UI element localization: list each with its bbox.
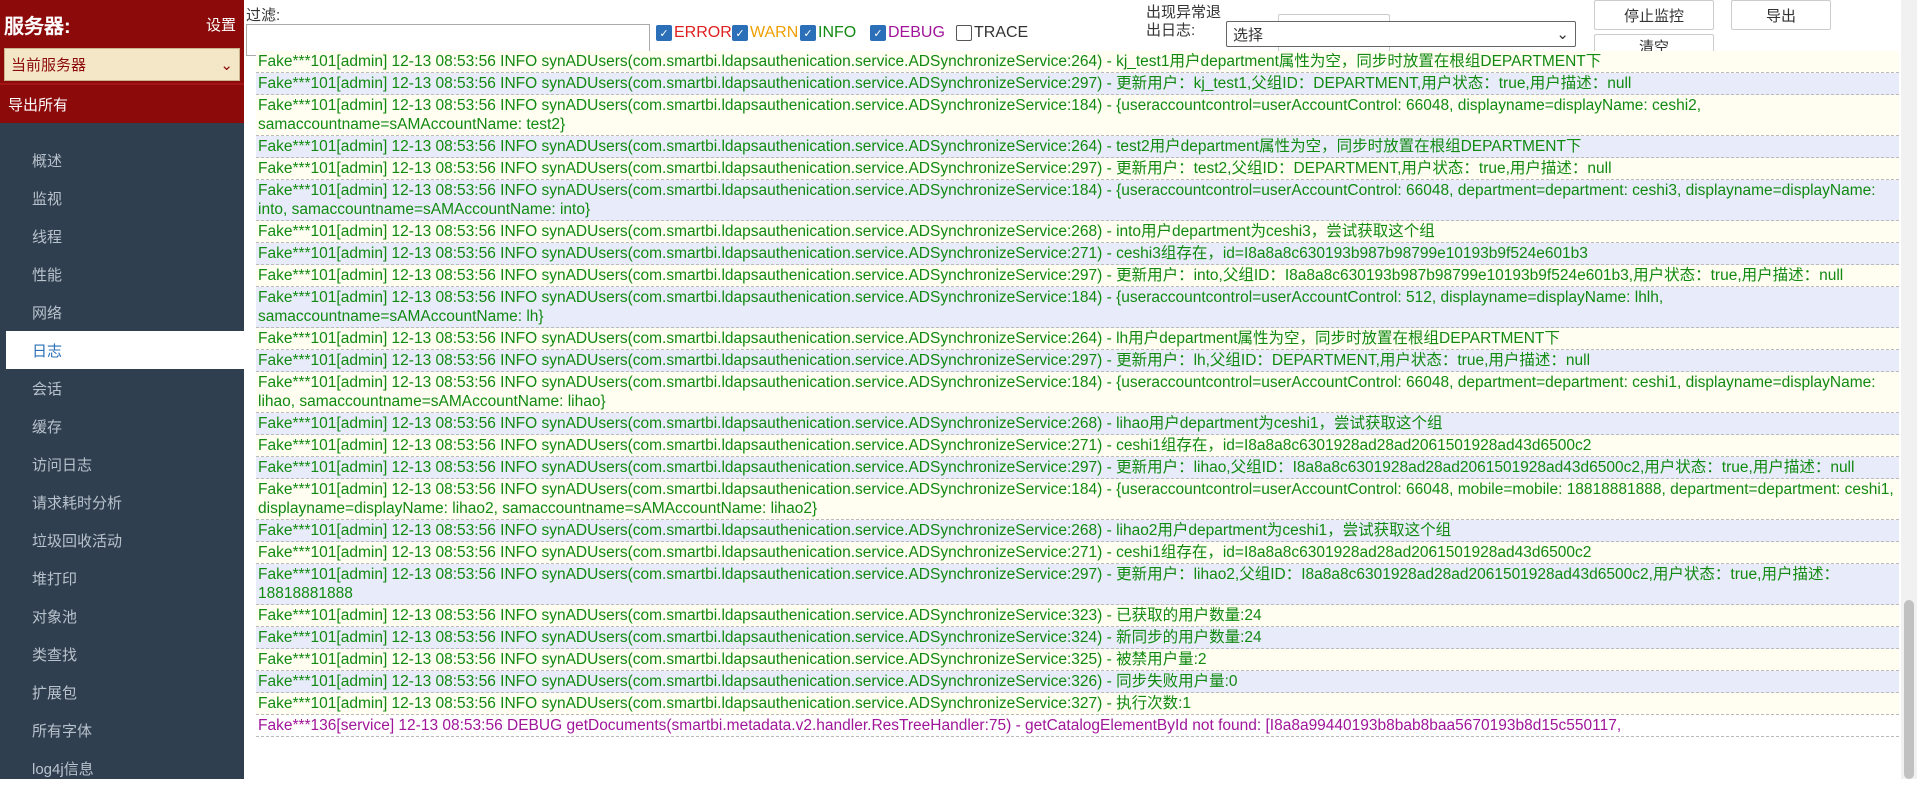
sidebar-item[interactable]: 线程	[0, 217, 244, 255]
sidebar-item[interactable]: 访问日志	[0, 445, 244, 483]
log-row: Fake***101[admin] 12-13 08:53:56 INFO sy…	[256, 627, 1899, 649]
sidebar-item-label: 网络	[32, 304, 63, 322]
level-checkbox-info[interactable]: ✓ INFO	[800, 24, 856, 42]
log-row: Fake***101[admin] 12-13 08:53:56 INFO sy…	[256, 158, 1899, 180]
log-row: Fake***101[admin] 12-13 08:53:56 INFO sy…	[256, 479, 1899, 520]
server-select[interactable]: 当前服务器 ⌄	[4, 48, 240, 81]
chevron-down-icon: ⌄	[1556, 26, 1569, 43]
log-row: Fake***101[admin] 12-13 08:53:56 INFO sy…	[256, 73, 1899, 95]
sidebar-item-label: 日志	[32, 342, 63, 360]
sidebar-item-label: 对象池	[32, 608, 78, 626]
log-row: Fake***101[admin] 12-13 08:53:56 INFO sy…	[256, 180, 1899, 221]
sidebar-item-label: 扩展包	[32, 684, 78, 702]
server-title: 服务器:	[4, 15, 71, 38]
sidebar-item-label: 所有字体	[32, 722, 93, 740]
log-row: Fake***101[admin] 12-13 08:53:56 INFO sy…	[256, 221, 1899, 243]
sidebar-item-label: 监视	[32, 190, 63, 208]
level-checkbox-warn[interactable]: ✓ WARN	[732, 24, 798, 42]
log-row: Fake***101[admin] 12-13 08:53:56 INFO sy…	[256, 564, 1899, 605]
sidebar-nav: 概述监视线程性能网络日志会话缓存访问日志请求耗时分析 垃圾回收活动 堆打印对象池类查…	[0, 141, 244, 787]
log-row: Fake***101[admin] 12-13 08:53:56 INFO sy…	[256, 693, 1899, 715]
level-checkbox-debug[interactable]: ✓ DEBUG	[870, 24, 945, 42]
checkbox-icon[interactable]: ✓	[870, 25, 886, 41]
log-row: Fake***101[admin] 12-13 08:53:56 INFO sy…	[256, 457, 1899, 479]
sidebar-item[interactable]: 日志	[6, 331, 244, 369]
sidebar-item[interactable]: 垃圾回收活动	[0, 521, 244, 559]
sidebar-item[interactable]: 缓存	[0, 407, 244, 445]
log-row: Fake***101[admin] 12-13 08:53:56 INFO sy…	[256, 51, 1899, 73]
log-row: Fake***101[admin] 12-13 08:53:56 INFO sy…	[256, 435, 1899, 457]
log-row: Fake***101[admin] 12-13 08:53:56 INFO sy…	[256, 328, 1899, 350]
sidebar-item[interactable]: 网络	[0, 293, 244, 331]
vertical-scrollbar[interactable]	[1901, 0, 1917, 779]
checkbox-icon[interactable]	[956, 25, 972, 41]
log-row: Fake***101[admin] 12-13 08:53:56 INFO sy…	[256, 265, 1899, 287]
server-select-value: 当前服务器	[11, 57, 87, 74]
sidebar-item-label: 堆打印	[32, 570, 78, 588]
sidebar-item-label: 会话	[32, 380, 63, 398]
checkbox-icon[interactable]: ✓	[656, 25, 672, 41]
filter-label: 过滤:	[246, 7, 281, 24]
level-label: WARN	[750, 24, 799, 41]
sidebar-item[interactable]: 性能	[0, 255, 244, 293]
sidebar-item-label: 缓存	[32, 418, 63, 436]
level-label: DEBUG	[888, 24, 945, 41]
sidebar: 服务器: 设置 当前服务器 ⌄ 导出所有 概述监视线程性能网络日志会话缓存访问日…	[0, 0, 244, 779]
level-label: TRACE	[974, 24, 1029, 41]
checkbox-icon[interactable]: ✓	[800, 25, 816, 41]
server-header: 服务器: 设置	[0, 0, 244, 48]
sidebar-item-label: 垃圾回收活动	[32, 532, 123, 550]
log-row: Fake***101[admin] 12-13 08:53:56 INFO sy…	[256, 520, 1899, 542]
sidebar-item-label: 访问日志	[32, 456, 93, 474]
sidebar-item[interactable]: 会话	[0, 369, 244, 407]
log-row: Fake***101[admin] 12-13 08:53:56 INFO sy…	[256, 413, 1899, 435]
sidebar-item[interactable]: 请求耗时分析	[0, 483, 244, 521]
sidebar-item[interactable]: 概述	[0, 141, 244, 179]
exit-log-select[interactable]: 选择 ⌄	[1226, 21, 1576, 47]
log-row: Fake***136[service] 12-13 08:53:56 DEBUG…	[256, 715, 1899, 737]
settings-link[interactable]: 设置	[206, 14, 236, 35]
sidebar-item[interactable]: 所有字体	[0, 711, 244, 749]
chevron-down-icon: ⌄	[220, 56, 233, 74]
toolbar: 过滤: ✓ERROR✓WARN✓INFO✓DEBUGTRACE 异常计数 出现异…	[244, 0, 1917, 58]
sidebar-item[interactable]: 扩展包	[0, 673, 244, 711]
sidebar-item[interactable]: 类查找	[0, 635, 244, 673]
log-row: Fake***101[admin] 12-13 08:53:56 INFO sy…	[256, 136, 1899, 158]
sidebar-item-label: 性能	[32, 266, 63, 284]
level-checkbox-error[interactable]: ✓ ERROR	[656, 24, 732, 42]
sidebar-item[interactable]: 对象池	[0, 597, 244, 635]
sidebar-item-label: log4j信息	[32, 760, 94, 778]
log-row: Fake***101[admin] 12-13 08:53:56 INFO sy…	[256, 350, 1899, 372]
level-label: INFO	[818, 24, 857, 41]
log-row: Fake***101[admin] 12-13 08:53:56 INFO sy…	[256, 649, 1899, 671]
sidebar-item-label: 概述	[32, 152, 63, 170]
sidebar-item[interactable]: 监视	[0, 179, 244, 217]
sidebar-item-label: 类查找	[32, 646, 78, 664]
log-row: Fake***101[admin] 12-13 08:53:56 INFO sy…	[256, 372, 1899, 413]
export-all-button[interactable]: 导出所有	[0, 83, 244, 123]
stop-monitor-button[interactable]: 停止监控	[1594, 0, 1714, 30]
log-row: Fake***101[admin] 12-13 08:53:56 INFO sy…	[256, 605, 1899, 627]
server-select-wrap: 当前服务器 ⌄	[0, 48, 244, 83]
exit-on-exception-label: 出现异常退出日志:	[1146, 4, 1222, 39]
log-row: Fake***101[admin] 12-13 08:53:56 INFO sy…	[256, 542, 1899, 564]
exit-log-select-value: 选择	[1233, 26, 1264, 44]
scrollbar-thumb[interactable]	[1904, 600, 1914, 779]
sidebar-item[interactable]: 堆打印	[0, 559, 244, 597]
sidebar-item-label: 请求耗时分析	[32, 494, 123, 512]
checkbox-icon[interactable]: ✓	[732, 25, 748, 41]
sidebar-item[interactable]: log4j信息	[0, 749, 244, 787]
level-label: ERROR	[674, 24, 732, 41]
log-list: Fake***101[admin] 12-13 08:53:56 INFO sy…	[256, 51, 1899, 779]
log-row: Fake***101[admin] 12-13 08:53:56 INFO sy…	[256, 243, 1899, 265]
level-checkbox-trace[interactable]: TRACE	[956, 24, 1028, 42]
export-button[interactable]: 导出	[1731, 0, 1831, 30]
log-row: Fake***101[admin] 12-13 08:53:56 INFO sy…	[256, 287, 1899, 328]
log-row: Fake***101[admin] 12-13 08:53:56 INFO sy…	[256, 671, 1899, 693]
sidebar-item-label: 线程	[32, 228, 63, 246]
log-row: Fake***101[admin] 12-13 08:53:56 INFO sy…	[256, 95, 1899, 136]
